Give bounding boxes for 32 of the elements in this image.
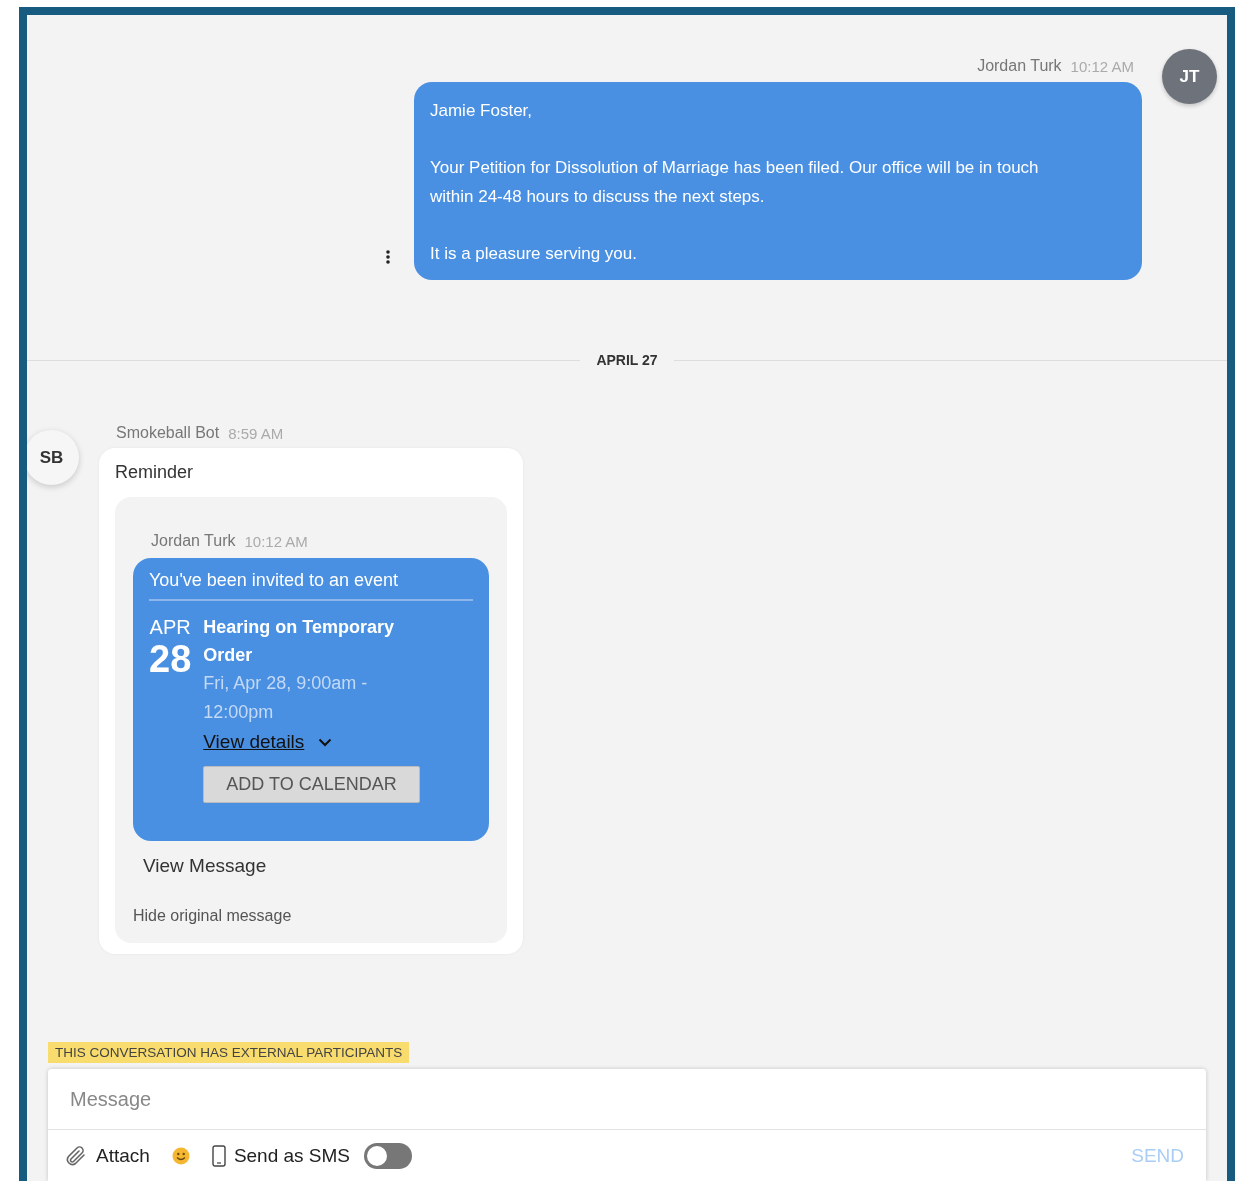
view-details-link[interactable]: View details bbox=[203, 731, 305, 753]
event-time: Fri, Apr 28, 9:00am - 12:00pm bbox=[203, 672, 369, 724]
sms-toggle[interactable] bbox=[364, 1142, 413, 1169]
phone-icon bbox=[211, 1144, 226, 1167]
message-text: It is a pleasure serving you. bbox=[430, 243, 638, 265]
attach-label[interactable]: Attach bbox=[96, 1144, 150, 1167]
add-to-calendar-button[interactable]: ADD TO CALENDAR bbox=[203, 766, 420, 803]
message-time: 8:59 AM bbox=[228, 424, 284, 442]
avatar: JT bbox=[1162, 49, 1217, 104]
message-time: 10:12 AM bbox=[244, 532, 308, 550]
date-divider: APRIL 27 bbox=[595, 352, 659, 368]
message-title: Reminder bbox=[115, 462, 195, 483]
event-heading: You've been invited to an event bbox=[149, 570, 473, 601]
hide-original-link[interactable]: Hide original message bbox=[133, 907, 489, 925]
message-text: Your Petition for Dissolution of Marriage has been filed. Our office will be in touch within 24-48 hours to discuss the next steps. bbox=[430, 157, 1040, 208]
event-month: APR bbox=[149, 615, 191, 640]
event-title: Hearing on Temporary Order bbox=[203, 616, 395, 667]
external-participants-banner: THIS CONVERSATION HAS EXTERNAL PARTICIPANTS bbox=[48, 1042, 410, 1063]
message-text: Jamie Foster, bbox=[430, 100, 534, 122]
message-time: 10:12 AM bbox=[1070, 57, 1134, 75]
sender-name: Jordan Turk bbox=[977, 57, 1062, 75]
view-message-link[interactable]: View Message bbox=[143, 855, 489, 877]
sender-name: Smokeball Bot bbox=[116, 424, 220, 442]
sms-label: Send as SMS bbox=[233, 1144, 351, 1167]
message-field[interactable]: Message bbox=[48, 1069, 1206, 1130]
event-day: 28 bbox=[149, 641, 192, 677]
more-options-icon[interactable] bbox=[386, 250, 390, 264]
sender-name: Jordan Turk bbox=[151, 532, 236, 550]
smiley-icon[interactable] bbox=[171, 1146, 190, 1165]
avatar: SB bbox=[27, 430, 79, 485]
chevron-down-icon[interactable] bbox=[318, 737, 333, 747]
paperclip-icon[interactable] bbox=[64, 1143, 88, 1168]
